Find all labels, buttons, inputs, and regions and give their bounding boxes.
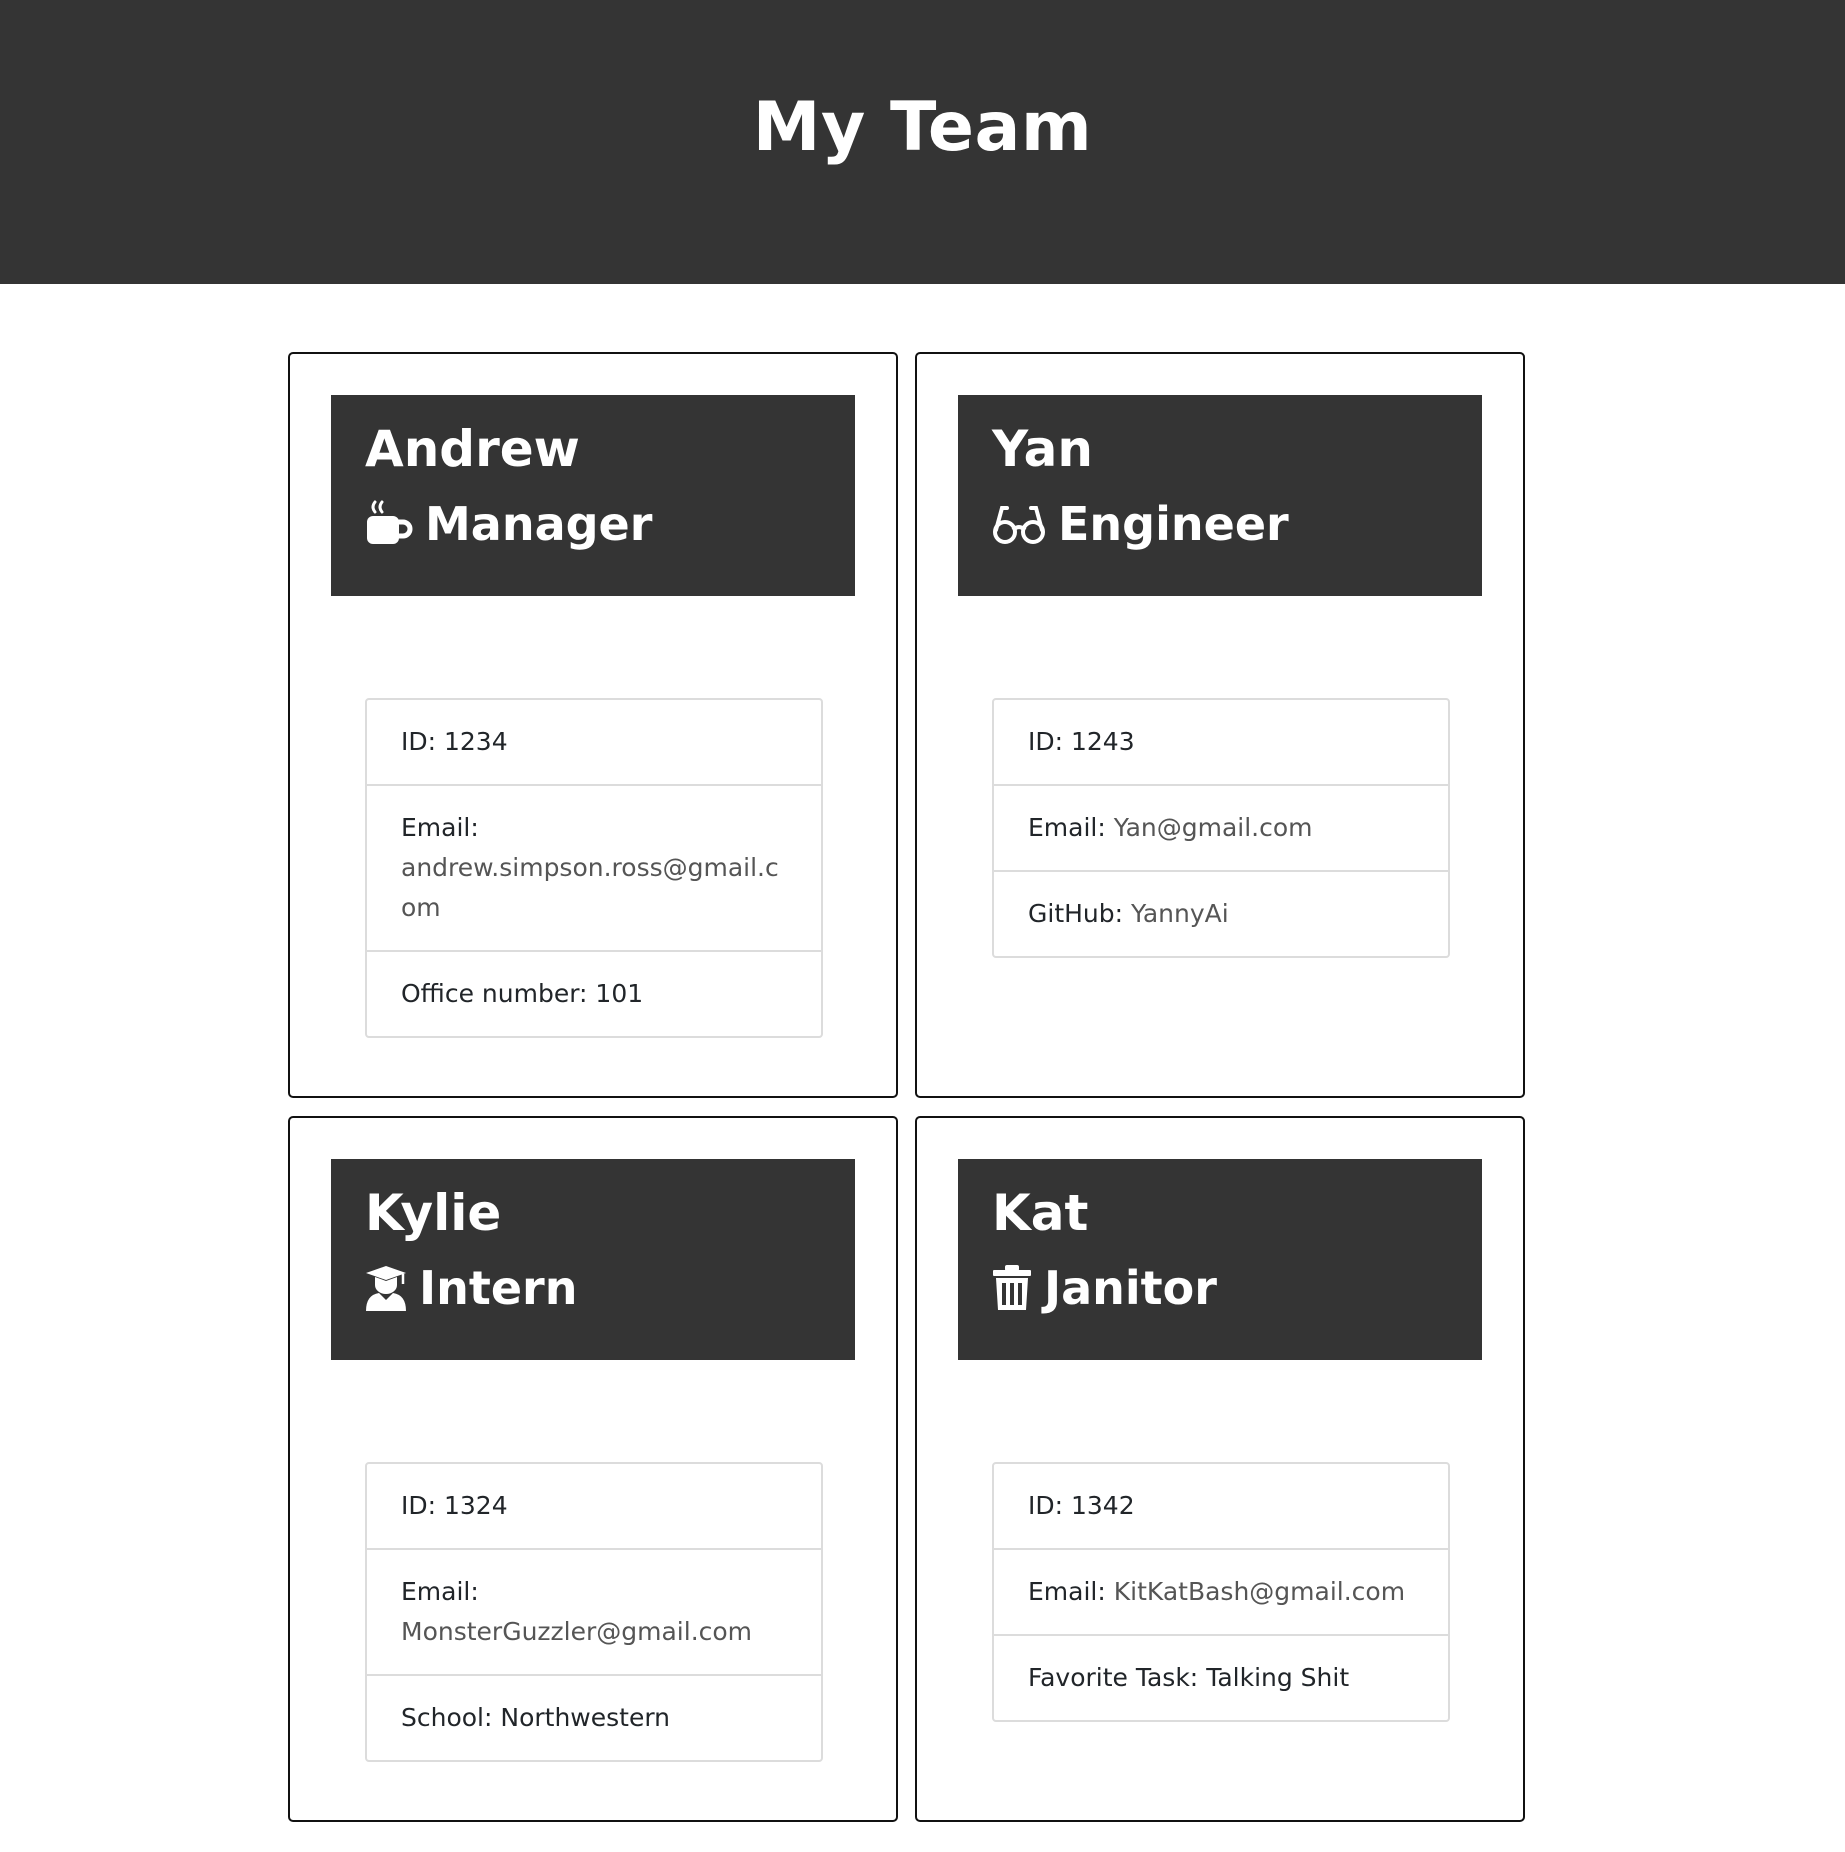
id-row: ID: 1324 (401, 1491, 508, 1520)
school-value: Northwestern (500, 1703, 671, 1732)
id-value: 1342 (1071, 1491, 1135, 1520)
github-row: GitHub: YannyAi (994, 870, 1448, 956)
id-row: ID: 1243 (1028, 727, 1135, 756)
employee-name: Kat (992, 1184, 1089, 1242)
coffee-icon (367, 500, 413, 544)
email-row: Email: KitKatBash@gmail.com (994, 1548, 1448, 1634)
graduate-icon (366, 1266, 406, 1311)
employee-card-intern: Kylie Intern ID: 1324 Email: MonsterGuzz… (288, 1116, 898, 1822)
employee-card-janitor: Kat Janitor ID: 1342 Email: KitKatBash@g… (915, 1116, 1525, 1822)
employee-role: Intern (365, 1259, 821, 1317)
employee-role: Janitor (992, 1259, 1448, 1317)
favorite-task-row: Favorite Task: Talking Shit (994, 1634, 1448, 1720)
employee-name: Kylie (365, 1184, 502, 1242)
email-link[interactable]: KitKatBash@gmail.com (1114, 1577, 1405, 1606)
github-link[interactable]: YannyAi (1131, 899, 1229, 928)
employee-name: Yan (992, 420, 1093, 478)
email-row: Email: Yan@gmail.com (994, 784, 1448, 870)
id-value: 1243 (1071, 727, 1135, 756)
employee-details: ID: 1234 Email: andrew.simpson.ross@gmai… (365, 698, 823, 1038)
email-row: Email: andrew.simpson.ross@gmail.com (367, 784, 821, 950)
id-value: 1234 (444, 727, 508, 756)
glasses-icon (993, 506, 1045, 544)
page-header: My Team (0, 0, 1845, 284)
card-header: Kat Janitor (958, 1159, 1482, 1360)
office-number-row: Office number: 101 (367, 950, 821, 1036)
id-value: 1324 (444, 1491, 508, 1520)
card-header: Andrew Manager (331, 395, 855, 596)
employee-details: ID: 1324 Email: MonsterGuzzler@gmail.com… (365, 1462, 823, 1762)
employee-details: ID: 1342 Email: KitKatBash@gmail.com Fav… (992, 1462, 1450, 1722)
email-link[interactable]: andrew.simpson.ross@gmail.com (401, 853, 779, 922)
employee-role: Engineer (992, 495, 1448, 553)
employee-card-engineer: Yan Engineer ID: 1243 Email: Yan@gmail.c… (915, 352, 1525, 1098)
email-link[interactable]: MonsterGuzzler@gmail.com (401, 1617, 752, 1646)
favorite-task-value: Talking Shit (1206, 1663, 1350, 1692)
card-header: Kylie Intern (331, 1159, 855, 1360)
employee-name: Andrew (365, 420, 580, 478)
card-header: Yan Engineer (958, 395, 1482, 596)
office-number-value: 101 (595, 979, 644, 1008)
id-row: ID: 1342 (1028, 1491, 1135, 1520)
employee-details: ID: 1243 Email: Yan@gmail.com GitHub: Ya… (992, 698, 1450, 958)
employee-role: Manager (365, 495, 821, 553)
employee-card-manager: Andrew Manager ID: 1234 Email: andrew.si… (288, 352, 898, 1098)
page-title: My Team (752, 88, 1093, 167)
trash-icon (993, 1265, 1031, 1310)
email-link[interactable]: Yan@gmail.com (1114, 813, 1313, 842)
school-row: School: Northwestern (367, 1674, 821, 1760)
email-row: Email: MonsterGuzzler@gmail.com (367, 1548, 821, 1674)
id-row: ID: 1234 (401, 727, 508, 756)
